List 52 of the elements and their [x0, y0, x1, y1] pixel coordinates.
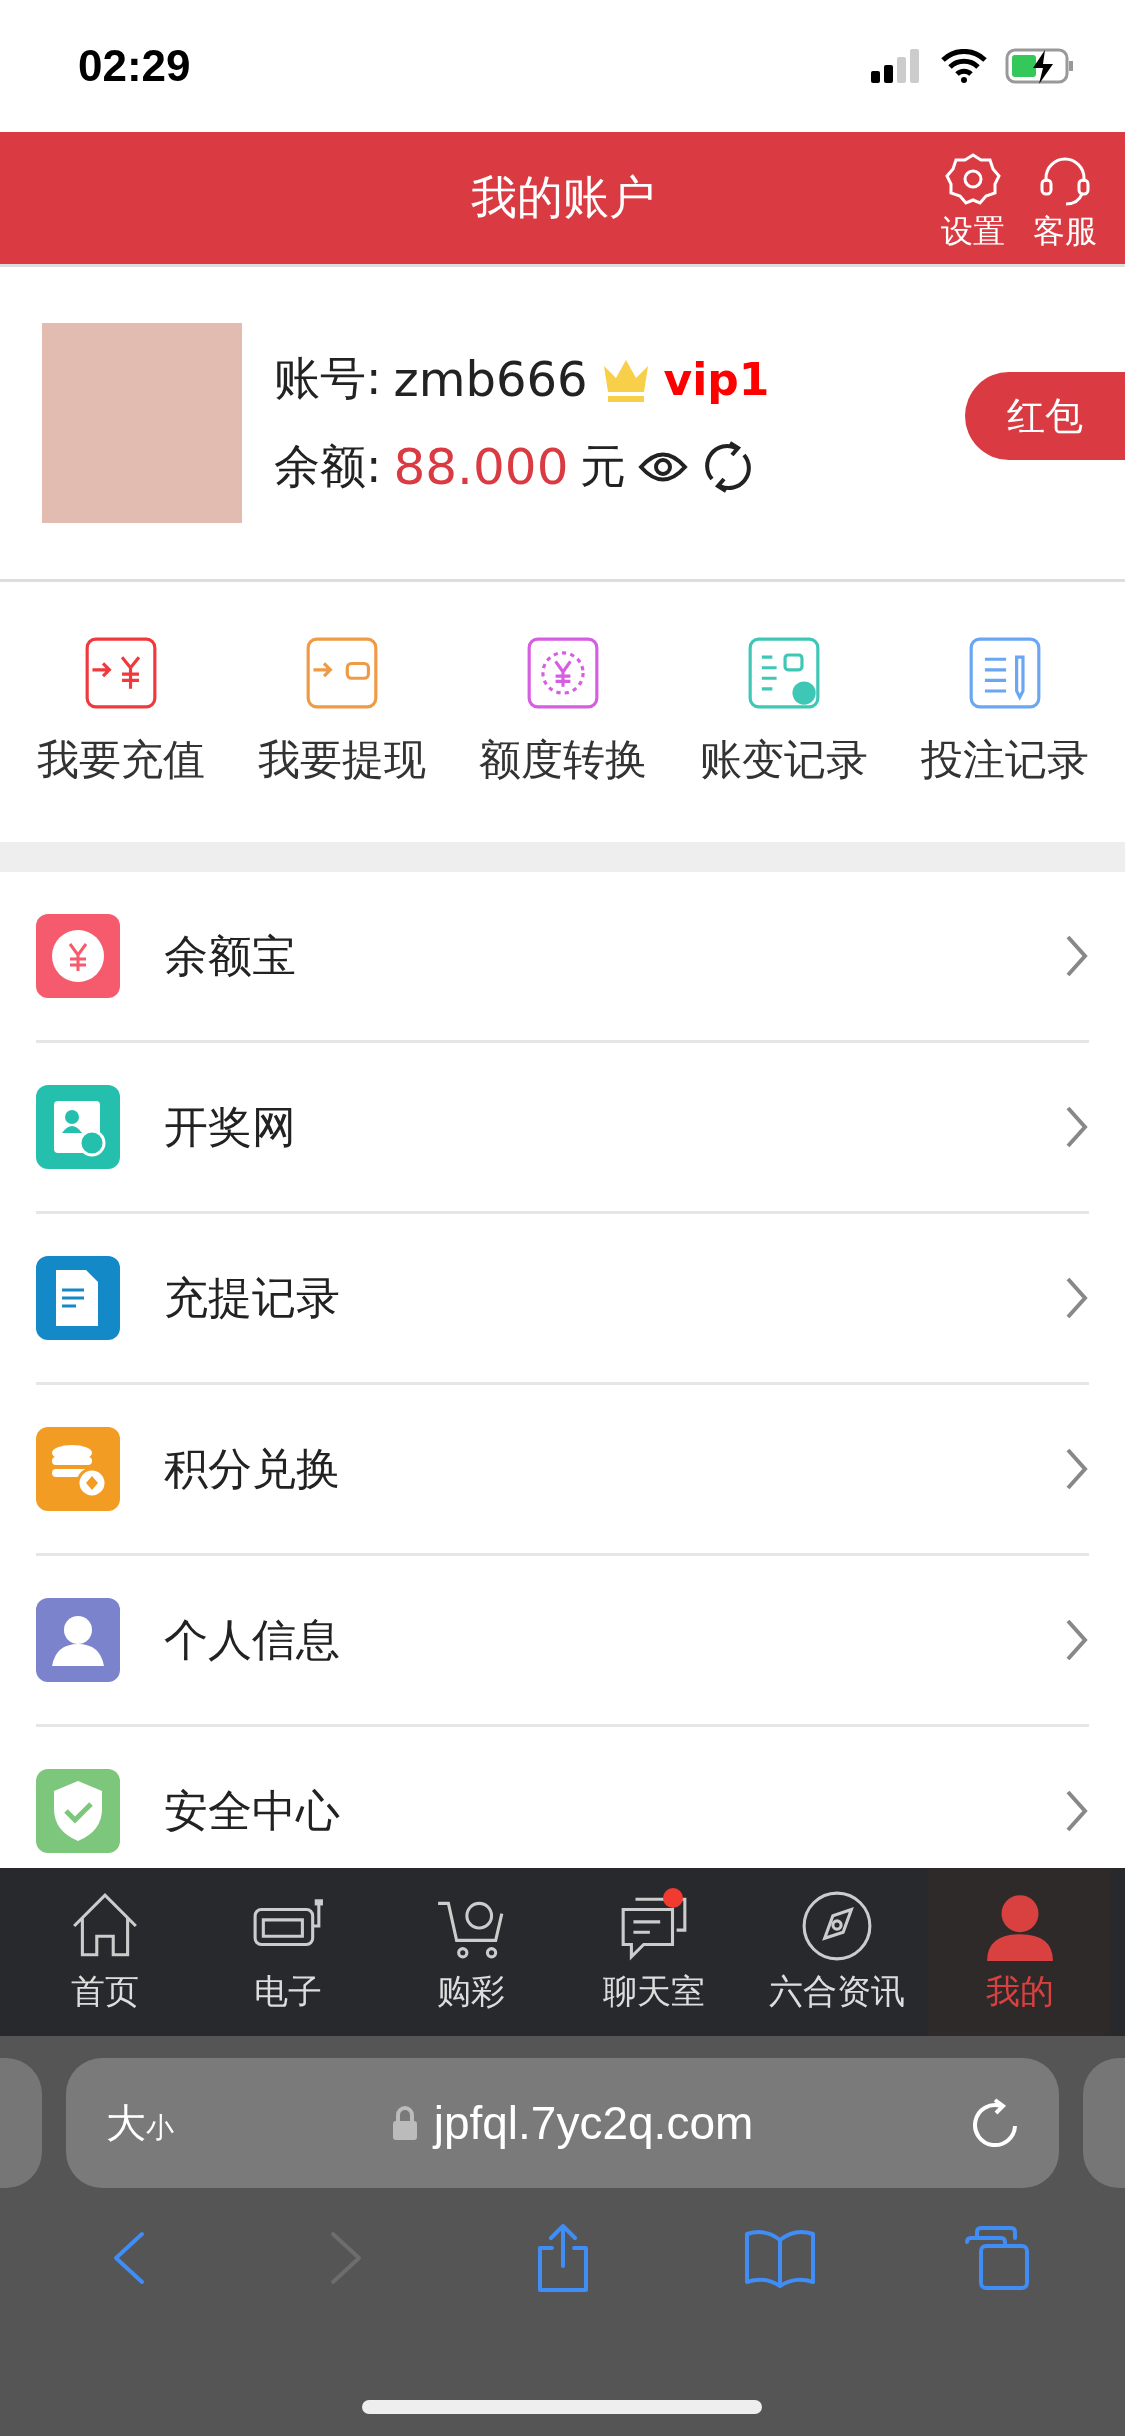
tab-bar-item[interactable]: 首页	[14, 1868, 197, 2036]
tab-bar-item[interactable]: 聊天室	[562, 1868, 746, 2036]
vip-level: vip1	[663, 353, 770, 405]
text-size-button[interactable]: 大小	[106, 2095, 174, 2151]
reload-icon[interactable]	[971, 2098, 1019, 2148]
list-pen-icon	[967, 636, 1042, 710]
status-time: 02:29	[78, 41, 191, 91]
address-bar[interactable]: 大小 jpfql.7yc2q.com	[66, 2058, 1059, 2188]
currency-unit: 元	[580, 438, 627, 495]
username: zmb666	[393, 351, 588, 407]
ledger-icon	[746, 636, 821, 710]
quick-action[interactable]: 账变记录	[673, 636, 894, 788]
settings-icon	[944, 152, 1002, 208]
menu-item[interactable]: 充提记录	[36, 1214, 1089, 1385]
chevron-right-icon	[1065, 1105, 1089, 1149]
tab-bar-item[interactable]: 购彩	[379, 1868, 563, 2036]
open-book-icon	[742, 2228, 817, 2288]
menu-item[interactable]: 积分兑换	[36, 1385, 1089, 1556]
tabs-icon	[962, 2224, 1031, 2292]
quick-action[interactable]: 额度转换	[452, 636, 673, 788]
account-label: 账号:	[274, 350, 382, 407]
hongbao-gift-button[interactable]: 红包	[965, 372, 1125, 460]
battery-charging-icon	[1005, 48, 1075, 84]
quick-action[interactable]: 我要提现	[231, 636, 452, 788]
eye-icon[interactable]	[638, 450, 689, 484]
page-title: 我的账户	[470, 169, 655, 226]
chevron-right-icon	[1065, 1447, 1089, 1491]
tab-bar-item[interactable]: 六合资讯	[745, 1868, 929, 2036]
chevron-right-icon	[1065, 1618, 1089, 1662]
wifi-icon	[941, 49, 987, 83]
back-icon	[111, 2230, 146, 2286]
url-text: jpfql.7yc2q.com	[433, 2096, 754, 2150]
menu-item[interactable]: 个人信息	[36, 1556, 1089, 1727]
balance-label: 余额:	[274, 438, 382, 495]
support-button[interactable]: 客服	[1033, 152, 1097, 254]
settings-button[interactable]: 设置	[941, 152, 1005, 254]
lock-icon	[391, 2105, 418, 2141]
quick-action[interactable]: 投注记录	[894, 636, 1115, 788]
deposit-icon	[83, 636, 158, 710]
adjacent-tab-preview[interactable]	[0, 2058, 42, 2188]
adjacent-tab-preview[interactable]	[1083, 2058, 1125, 2188]
forward-icon	[328, 2230, 363, 2286]
balance-amount: 88.000	[393, 438, 569, 496]
tab-bar-item[interactable]: 电子	[196, 1868, 380, 2036]
wallet-icon	[304, 636, 379, 710]
chevron-right-icon	[1065, 1789, 1089, 1833]
chevron-right-icon	[1065, 934, 1089, 978]
chevron-right-icon	[1065, 1276, 1089, 1320]
quick-action[interactable]: 我要充值	[10, 636, 231, 788]
menu-item[interactable]: 余额宝	[36, 872, 1089, 1043]
menu-item[interactable]: 开奖网	[36, 1043, 1089, 1214]
yen-cycle-icon	[525, 636, 600, 710]
